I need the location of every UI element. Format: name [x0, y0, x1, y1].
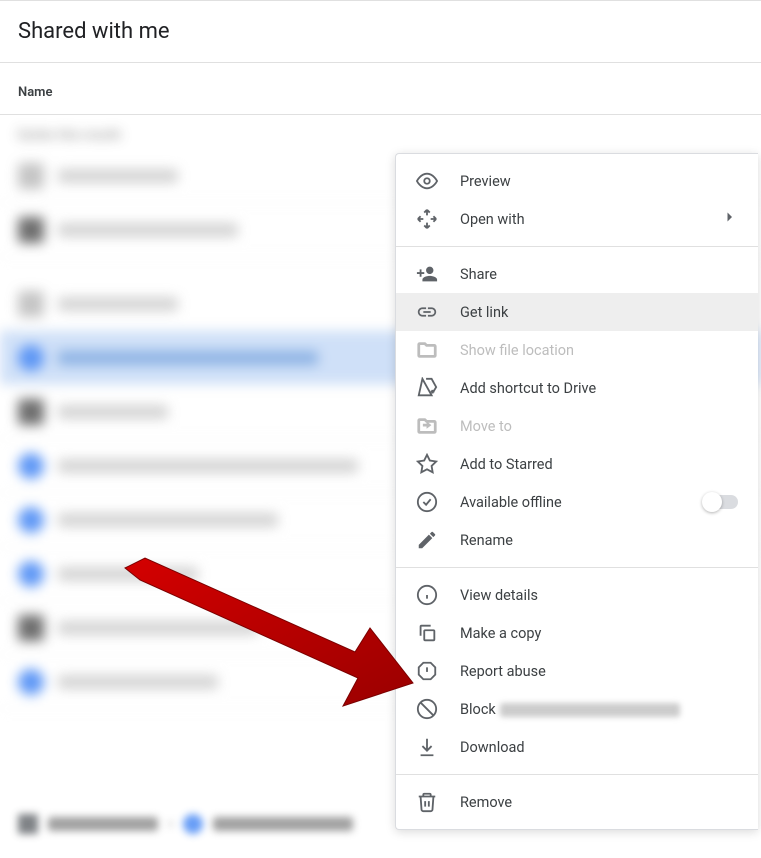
menu-label: Block: [460, 701, 738, 718]
menu-item-add-starred[interactable]: Add to Starred: [396, 445, 758, 483]
link-icon: [416, 301, 438, 323]
context-menu: Preview Open with Share Get link Show fi…: [395, 153, 758, 830]
menu-item-download[interactable]: Download: [396, 728, 758, 766]
info-icon: [416, 584, 438, 606]
view-header: Shared with me: [0, 0, 761, 63]
menu-label: Add shortcut to Drive: [460, 380, 738, 397]
menu-item-view-details[interactable]: View details: [396, 576, 758, 614]
drive-shortcut-icon: [416, 377, 438, 399]
report-icon: [416, 660, 438, 682]
person-add-icon: [416, 263, 438, 285]
eye-icon: [416, 170, 438, 192]
menu-item-report-abuse[interactable]: Report abuse: [396, 652, 758, 690]
download-icon: [416, 736, 438, 758]
menu-item-available-offline[interactable]: Available offline: [396, 483, 758, 521]
copy-icon: [416, 622, 438, 644]
chevron-right-icon: [720, 208, 738, 230]
menu-item-block[interactable]: Block: [396, 690, 758, 728]
menu-item-open-with[interactable]: Open with: [396, 200, 758, 238]
offline-toggle[interactable]: [704, 495, 738, 509]
menu-label: Download: [460, 739, 738, 756]
menu-item-show-location: Show file location: [396, 331, 758, 369]
move-icon: [416, 415, 438, 437]
group-label: Earlier this month: [0, 116, 761, 149]
menu-label: Preview: [460, 173, 738, 190]
page-title: Shared with me: [18, 19, 743, 44]
menu-item-move-to: Move to: [396, 407, 758, 445]
menu-label: Add to Starred: [460, 456, 738, 473]
star-icon: [416, 453, 438, 475]
menu-item-rename[interactable]: Rename: [396, 521, 758, 559]
column-name-header[interactable]: Name: [18, 85, 52, 100]
menu-label: Remove: [460, 794, 738, 811]
menu-item-preview[interactable]: Preview: [396, 162, 758, 200]
menu-item-make-copy[interactable]: Make a copy: [396, 614, 758, 652]
menu-item-get-link[interactable]: Get link: [396, 293, 758, 331]
menu-label: Rename: [460, 532, 738, 549]
block-icon: [416, 698, 438, 720]
menu-item-add-shortcut[interactable]: Add shortcut to Drive: [396, 369, 758, 407]
breadcrumb: ›: [18, 813, 353, 834]
menu-label: Make a copy: [460, 625, 738, 642]
menu-label: Get link: [460, 304, 738, 321]
menu-item-remove[interactable]: Remove: [396, 783, 758, 821]
menu-divider: [396, 774, 758, 775]
menu-label: Show file location: [460, 342, 738, 359]
menu-label: Open with: [460, 211, 698, 228]
menu-label: View details: [460, 587, 738, 604]
offline-icon: [416, 491, 438, 513]
menu-label: Share: [460, 266, 738, 283]
redacted-email: [500, 703, 680, 717]
folder-icon: [416, 339, 438, 361]
menu-divider: [396, 246, 758, 247]
menu-divider: [396, 567, 758, 568]
menu-label: Move to: [460, 418, 738, 435]
open-with-icon: [416, 208, 438, 230]
edit-icon: [416, 529, 438, 551]
trash-icon: [416, 791, 438, 813]
menu-label: Report abuse: [460, 663, 738, 680]
menu-label: Available offline: [460, 494, 682, 511]
menu-item-share[interactable]: Share: [396, 255, 758, 293]
column-header-row: Name: [0, 63, 761, 115]
